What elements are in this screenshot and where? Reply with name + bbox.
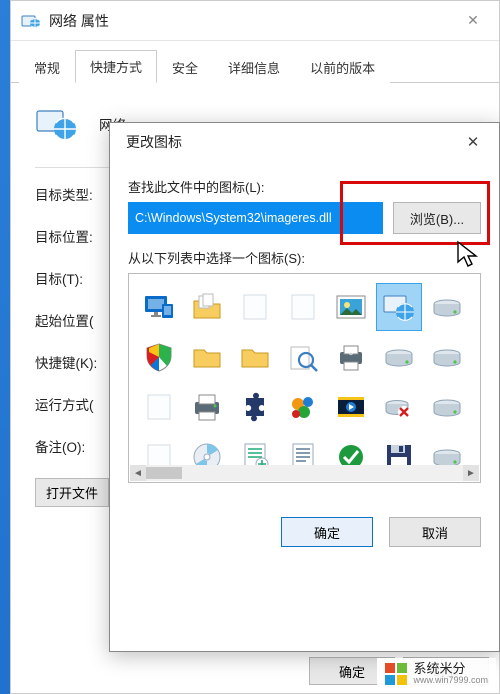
tab-previous[interactable]: 以前的版本 — [295, 51, 390, 83]
icon-blank[interactable] — [281, 284, 325, 330]
watermark-url: www.win7999.com — [413, 676, 488, 686]
icon-path-input[interactable] — [128, 202, 383, 234]
tab-security[interactable]: 安全 — [157, 51, 213, 83]
icon-folder[interactable] — [185, 334, 229, 380]
watermark: 系统米分 www.win7999.com — [377, 658, 496, 690]
app-icon — [35, 103, 77, 145]
label-start-in: 起始位置( — [35, 310, 113, 330]
label-shortcut-key: 快捷键(K): — [35, 352, 113, 372]
dialog-close-button[interactable]: ✕ — [453, 128, 493, 156]
label-comment: 备注(O): — [35, 436, 113, 456]
dialog-ok-button[interactable]: 确定 — [281, 517, 373, 547]
network-icon — [21, 11, 41, 31]
icon-hdd[interactable] — [425, 334, 469, 380]
icon-magnifier[interactable] — [281, 334, 325, 380]
icon-video[interactable] — [329, 384, 373, 430]
dialog-title: 更改图标 — [126, 132, 453, 152]
tab-strip: 常规 快捷方式 安全 详细信息 以前的版本 — [11, 41, 499, 83]
icon-shield[interactable] — [137, 334, 181, 380]
label-target-loc: 目标位置: — [35, 226, 113, 246]
icon-desktop[interactable] — [137, 284, 181, 330]
dialog-footer: 确定 取消 — [110, 499, 499, 563]
tab-general[interactable]: 常规 — [19, 51, 75, 83]
h-scrollbar[interactable]: ◄ ► — [130, 465, 479, 481]
scroll-left-arrow[interactable]: ◄ — [130, 465, 146, 481]
icon-hdd[interactable] — [425, 384, 469, 430]
icon-hdd[interactable] — [377, 334, 421, 380]
scroll-right-arrow[interactable]: ► — [463, 465, 479, 481]
icon-grid: ⚙ — [137, 284, 478, 480]
label-run: 运行方式( — [35, 394, 113, 414]
select-label: 从以下列表中选择一个图标(S): — [128, 248, 481, 267]
dialog-body: 查找此文件中的图标(L): 浏览(B)... 从以下列表中选择一个图标(S): … — [110, 161, 499, 499]
tab-shortcut[interactable]: 快捷方式 — [75, 50, 157, 83]
icon-blank[interactable] — [137, 384, 181, 430]
icon-blank[interactable] — [233, 284, 277, 330]
icon-folder-docs[interactable] — [185, 284, 229, 330]
scroll-track[interactable] — [146, 465, 463, 481]
icon-hdd[interactable] — [425, 284, 469, 330]
path-row: 浏览(B)... — [128, 202, 481, 234]
label-target-type: 目标类型: — [35, 184, 113, 204]
svg-text:⚙: ⚙ — [348, 350, 353, 357]
change-icon-dialog: 更改图标 ✕ 查找此文件中的图标(L): 浏览(B)... 从以下列表中选择一个… — [109, 122, 500, 652]
tab-details[interactable]: 详细信息 — [213, 51, 295, 83]
dialog-cancel-button[interactable]: 取消 — [389, 517, 481, 547]
properties-titlebar: 网络 属性 ✕ — [11, 1, 499, 41]
label-target: 目标(T): — [35, 268, 113, 288]
icon-splash[interactable] — [281, 384, 325, 430]
open-file-button[interactable]: 打开文件 — [35, 478, 109, 507]
path-label: 查找此文件中的图标(L): — [128, 177, 481, 196]
watermark-logo-icon — [385, 663, 407, 685]
dialog-titlebar: 更改图标 ✕ — [110, 123, 499, 161]
icon-picture[interactable] — [329, 284, 373, 330]
icon-puzzle[interactable] — [233, 384, 277, 430]
icon-network-globe[interactable] — [377, 284, 421, 330]
browse-button[interactable]: 浏览(B)... — [393, 202, 481, 234]
icon-list: ⚙ ◄ ► — [128, 273, 481, 483]
icon-printer-settings[interactable]: ⚙ — [329, 334, 373, 380]
window-title: 网络 属性 — [49, 11, 451, 31]
window-close-button[interactable]: ✕ — [451, 7, 495, 35]
icon-folder[interactable] — [233, 334, 277, 380]
icon-printer[interactable] — [185, 384, 229, 430]
scroll-thumb[interactable] — [146, 467, 182, 479]
watermark-title: 系统米分 — [413, 662, 488, 676]
icon-hdd-delete[interactable] — [377, 384, 421, 430]
